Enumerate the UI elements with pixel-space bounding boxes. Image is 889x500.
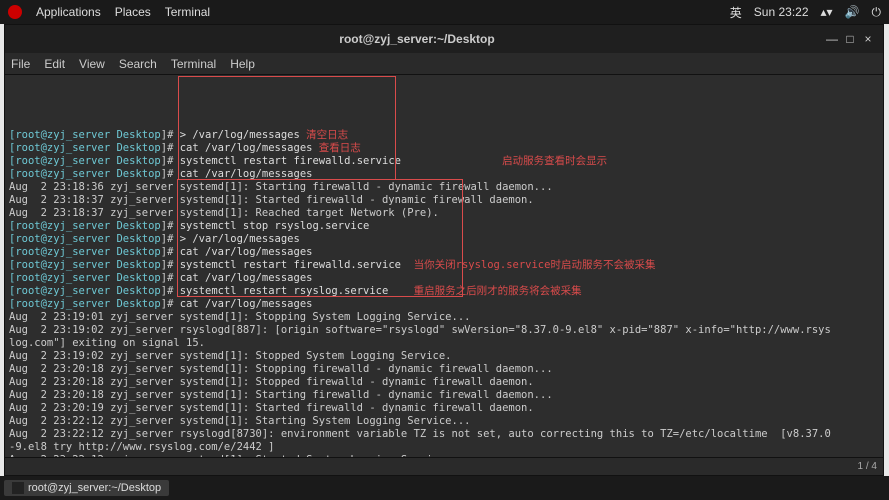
terminal-menu[interactable]: Terminal <box>165 5 210 19</box>
datetime-indicator[interactable]: Sun 23:22 <box>754 5 809 19</box>
network-icon[interactable]: ▴▾ <box>821 5 833 19</box>
menu-view[interactable]: View <box>79 57 105 71</box>
terminal-line: [root@zyj_server Desktop]# > /var/log/me… <box>9 233 879 246</box>
terminal-line: [root@zyj_server Desktop]# cat /var/log/… <box>9 246 879 259</box>
cursor-position: 1 / 4 <box>858 461 877 472</box>
terminal-line: [root@zyj_server Desktop]# systemctl res… <box>9 285 879 298</box>
terminal-line: [root@zyj_server Desktop]# systemctl res… <box>9 259 879 272</box>
activities-logo-icon[interactable] <box>8 5 22 19</box>
terminal-output-line: Aug 2 23:20:19 zyj_server systemd[1]: St… <box>9 402 879 415</box>
window-minimize-button[interactable]: — <box>823 32 841 46</box>
terminal-line: [root@zyj_server Desktop]# cat /var/log/… <box>9 168 879 181</box>
terminal-line: [root@zyj_server Desktop]# cat /var/log/… <box>9 298 879 311</box>
menu-terminal[interactable]: Terminal <box>171 57 216 71</box>
taskbar-item-terminal[interactable]: root@zyj_server:~/Desktop <box>4 480 169 496</box>
terminal-line: [root@zyj_server Desktop]# cat /var/log/… <box>9 142 879 155</box>
menu-edit[interactable]: Edit <box>44 57 65 71</box>
volume-icon[interactable]: 🔊 <box>845 5 860 19</box>
terminal-menubar: File Edit View Search Terminal Help <box>5 53 883 75</box>
applications-menu[interactable]: Applications <box>36 5 101 19</box>
terminal-output-line: Aug 2 23:22:12 zyj_server rsyslogd[8730]… <box>9 428 879 441</box>
window-titlebar[interactable]: root@zyj_server:~/Desktop — □ × <box>5 25 883 53</box>
power-icon[interactable]: ⏻ <box>872 5 882 20</box>
input-method-indicator[interactable]: 英 <box>730 4 742 21</box>
terminal-output-line: Aug 2 23:19:02 zyj_server rsyslogd[887]:… <box>9 324 879 337</box>
places-menu[interactable]: Places <box>115 5 151 19</box>
taskbar-item-label: root@zyj_server:~/Desktop <box>28 482 161 494</box>
terminal-output-line: Aug 2 23:20:18 zyj_server systemd[1]: St… <box>9 376 879 389</box>
terminal-viewport[interactable]: [root@zyj_server Desktop]# > /var/log/me… <box>5 75 883 457</box>
terminal-icon <box>12 482 24 494</box>
terminal-output-line: Aug 2 23:20:18 zyj_server systemd[1]: St… <box>9 363 879 376</box>
terminal-output-line: Aug 2 23:18:36 zyj_server systemd[1]: St… <box>9 181 879 194</box>
window-title: root@zyj_server:~/Desktop <box>339 32 494 46</box>
menu-file[interactable]: File <box>11 57 30 71</box>
terminal-line: [root@zyj_server Desktop]# systemctl sto… <box>9 220 879 233</box>
window-maximize-button[interactable]: □ <box>841 32 859 46</box>
terminal-output-line: Aug 2 23:19:02 zyj_server systemd[1]: St… <box>9 350 879 363</box>
terminal-output-line: Aug 2 23:22:12 zyj_server systemd[1]: St… <box>9 454 879 457</box>
terminal-output-line: Aug 2 23:18:37 zyj_server systemd[1]: Re… <box>9 207 879 220</box>
bottom-taskbar: root@zyj_server:~/Desktop <box>0 476 889 500</box>
terminal-output-line: Aug 2 23:19:01 zyj_server systemd[1]: St… <box>9 311 879 324</box>
terminal-output-line: -9.el8 try http://www.rsyslog.com/e/2442… <box>9 441 879 454</box>
terminal-output-line: Aug 2 23:22:12 zyj_server systemd[1]: St… <box>9 415 879 428</box>
terminal-output-line: Aug 2 23:18:37 zyj_server systemd[1]: St… <box>9 194 879 207</box>
terminal-window: root@zyj_server:~/Desktop — □ × File Edi… <box>4 24 884 476</box>
menu-help[interactable]: Help <box>230 57 255 71</box>
terminal-line: [root@zyj_server Desktop]# cat /var/log/… <box>9 272 879 285</box>
window-close-button[interactable]: × <box>859 32 877 46</box>
gnome-top-panel: Applications Places Terminal 英 Sun 23:22… <box>0 0 889 24</box>
terminal-line: [root@zyj_server Desktop]# systemctl res… <box>9 155 879 168</box>
status-bar: 1 / 4 <box>5 457 883 475</box>
menu-search[interactable]: Search <box>119 57 157 71</box>
terminal-line: [root@zyj_server Desktop]# > /var/log/me… <box>9 129 879 142</box>
terminal-output-line: Aug 2 23:20:18 zyj_server systemd[1]: St… <box>9 389 879 402</box>
terminal-output-line: log.com"] exiting on signal 15. <box>9 337 879 350</box>
